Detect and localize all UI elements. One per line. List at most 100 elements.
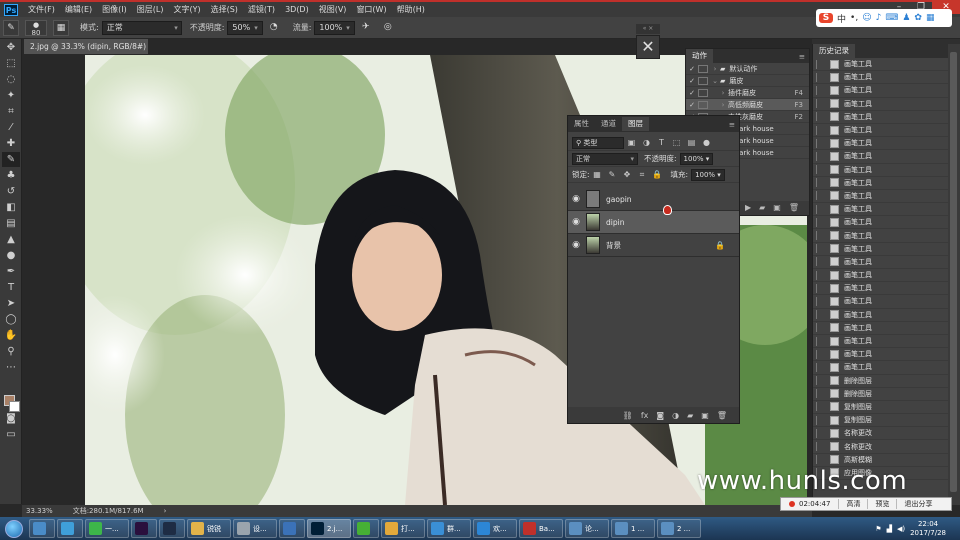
- history-source-toggle[interactable]: [816, 244, 824, 254]
- eye-icon[interactable]: ◉: [568, 194, 584, 204]
- history-item[interactable]: 画笔工具: [813, 124, 948, 138]
- pixel-filter-icon[interactable]: ▣: [626, 137, 637, 148]
- dodge-tool-icon[interactable]: ●: [2, 248, 20, 263]
- menu-type[interactable]: 文字(Y): [168, 4, 205, 15]
- document-tab[interactable]: 2.jpg @ 33.3% (dipin, RGB/8#) *: [24, 39, 148, 54]
- eye-icon[interactable]: ◉: [568, 240, 584, 250]
- fx-icon[interactable]: fx: [641, 411, 649, 420]
- crop-tool-icon[interactable]: ⌗: [2, 104, 20, 119]
- tab-properties[interactable]: 属性: [568, 117, 595, 131]
- menu-layer[interactable]: 图层(L): [132, 4, 169, 15]
- history-source-toggle[interactable]: [816, 59, 824, 69]
- lock-all-icon[interactable]: 🔒: [652, 169, 663, 180]
- brush-size-picker[interactable]: ● 80: [25, 19, 47, 37]
- quick-select-tool-icon[interactable]: ✦: [2, 88, 20, 103]
- history-source-toggle[interactable]: [816, 415, 824, 425]
- history-item[interactable]: 名称更改: [813, 427, 948, 441]
- mask-icon[interactable]: ◙: [656, 411, 664, 420]
- layer-row[interactable]: ◉ 背景 🔒: [568, 234, 739, 257]
- action-row[interactable]: ✓ › ▰ 默认动作: [686, 63, 809, 75]
- lock-transparency-icon[interactable]: ▦: [592, 169, 603, 180]
- layer-row[interactable]: ◉ dipin: [568, 211, 739, 234]
- taskbar-app-button[interactable]: 设...: [233, 519, 277, 538]
- filter-toggle-icon[interactable]: ●: [701, 137, 712, 148]
- taskbar-app-button[interactable]: 一...: [85, 519, 129, 538]
- volume-icon[interactable]: ◀): [897, 525, 905, 533]
- brush-tool-icon[interactable]: ✎: [2, 152, 20, 167]
- layer-thumbnail[interactable]: [586, 236, 600, 254]
- folder-icon[interactable]: ▰: [759, 201, 765, 215]
- sogou-logo-icon[interactable]: S: [819, 13, 833, 23]
- type-filter-icon[interactable]: T: [656, 137, 667, 148]
- fill-field[interactable]: 100% ▾: [691, 168, 725, 181]
- layer-thumbnail[interactable]: [586, 190, 600, 208]
- menu-window[interactable]: 窗口(W): [351, 4, 391, 15]
- layer-filter-select[interactable]: ⚲ 类型: [572, 136, 624, 149]
- history-item[interactable]: 画笔工具: [813, 216, 948, 230]
- stamp-tool-icon[interactable]: ♣: [2, 168, 20, 183]
- smart-object-filter-icon[interactable]: ▤: [686, 137, 697, 148]
- airbrush-icon[interactable]: ✈: [358, 20, 374, 36]
- history-source-toggle[interactable]: [816, 389, 824, 399]
- history-item[interactable]: 画笔工具: [813, 229, 948, 243]
- start-button[interactable]: [0, 517, 28, 540]
- lasso-tool-icon[interactable]: ◌: [2, 72, 20, 87]
- layer-opacity-field[interactable]: 100% ▾: [679, 152, 714, 165]
- menu-edit[interactable]: 编辑(E): [60, 4, 97, 15]
- taskbar-app-button[interactable]: 打...: [381, 519, 425, 538]
- type-tool-icon[interactable]: T: [2, 280, 20, 295]
- history-item[interactable]: 画笔工具: [813, 150, 948, 164]
- pen-tool-icon[interactable]: ✒: [2, 264, 20, 279]
- history-source-toggle[interactable]: [816, 191, 824, 201]
- exit-share-button[interactable]: 退出分享: [896, 499, 939, 509]
- floating-panel-grip[interactable]: « ×: [636, 24, 660, 34]
- network-icon[interactable]: ▟: [887, 525, 892, 533]
- history-item[interactable]: 画笔工具: [813, 203, 948, 217]
- history-item[interactable]: 画笔工具: [813, 348, 948, 362]
- taskbar-app-button[interactable]: 群...: [427, 519, 471, 538]
- history-source-toggle[interactable]: [816, 455, 824, 465]
- background-color-swatch[interactable]: [9, 401, 20, 412]
- menu-view[interactable]: 视图(V): [314, 4, 352, 15]
- mic-icon[interactable]: ♪: [876, 13, 882, 23]
- brush-tool-preset-icon[interactable]: ✎: [3, 19, 19, 36]
- history-source-toggle[interactable]: [816, 296, 824, 306]
- adjustment-filter-icon[interactable]: ◑: [641, 137, 652, 148]
- history-item[interactable]: 画笔工具: [813, 361, 948, 375]
- history-source-toggle[interactable]: [816, 151, 824, 161]
- history-item[interactable]: 画笔工具: [813, 58, 948, 72]
- smile-icon[interactable]: ☺: [862, 13, 871, 23]
- pressure-size-icon[interactable]: ◎: [380, 20, 396, 36]
- brush-panel-icon[interactable]: ▦: [53, 19, 69, 36]
- history-source-toggle[interactable]: [816, 231, 824, 241]
- history-item[interactable]: 画笔工具: [813, 177, 948, 190]
- tab-layers[interactable]: 图层: [622, 117, 649, 131]
- history-item[interactable]: 画笔工具: [813, 295, 948, 309]
- adjustment-icon[interactable]: ◑: [672, 411, 679, 420]
- move-tool-icon[interactable]: ✥: [2, 40, 20, 55]
- history-item[interactable]: 画笔工具: [813, 137, 948, 151]
- taskbar-app-button[interactable]: 2.j...: [307, 519, 351, 538]
- healing-tool-icon[interactable]: ✚: [2, 136, 20, 151]
- close-x-icon[interactable]: ✕: [636, 35, 660, 59]
- history-source-toggle[interactable]: [816, 165, 824, 175]
- history-item[interactable]: 画笔工具: [813, 98, 948, 111]
- layer-row[interactable]: ◉ gaopin: [568, 188, 739, 211]
- lock-artboard-icon[interactable]: ⌗: [637, 169, 648, 180]
- panel-menu-icon[interactable]: ≡: [799, 52, 805, 61]
- action-row[interactable]: ✓ › 高低频磨皮 F3: [686, 99, 809, 111]
- taskbar-app-button[interactable]: 锐锐: [187, 519, 231, 538]
- history-item[interactable]: 画笔工具: [813, 84, 948, 98]
- taskbar-app-button[interactable]: [279, 519, 305, 538]
- history-source-toggle[interactable]: [816, 283, 824, 293]
- link-icon[interactable]: ⛓: [623, 411, 633, 420]
- taskbar-app-button[interactable]: [159, 519, 185, 538]
- flag-icon[interactable]: ⚑: [875, 525, 881, 533]
- history-source-toggle[interactable]: [816, 138, 824, 148]
- history-source-toggle[interactable]: [816, 310, 824, 320]
- action-row[interactable]: ✓ › 插件磨皮 F4: [686, 87, 809, 99]
- history-source-toggle[interactable]: [816, 204, 824, 214]
- preview-button[interactable]: 预览: [867, 499, 896, 509]
- taskbar-app-button[interactable]: 论...: [565, 519, 609, 538]
- history-item[interactable]: 画笔工具: [813, 309, 948, 322]
